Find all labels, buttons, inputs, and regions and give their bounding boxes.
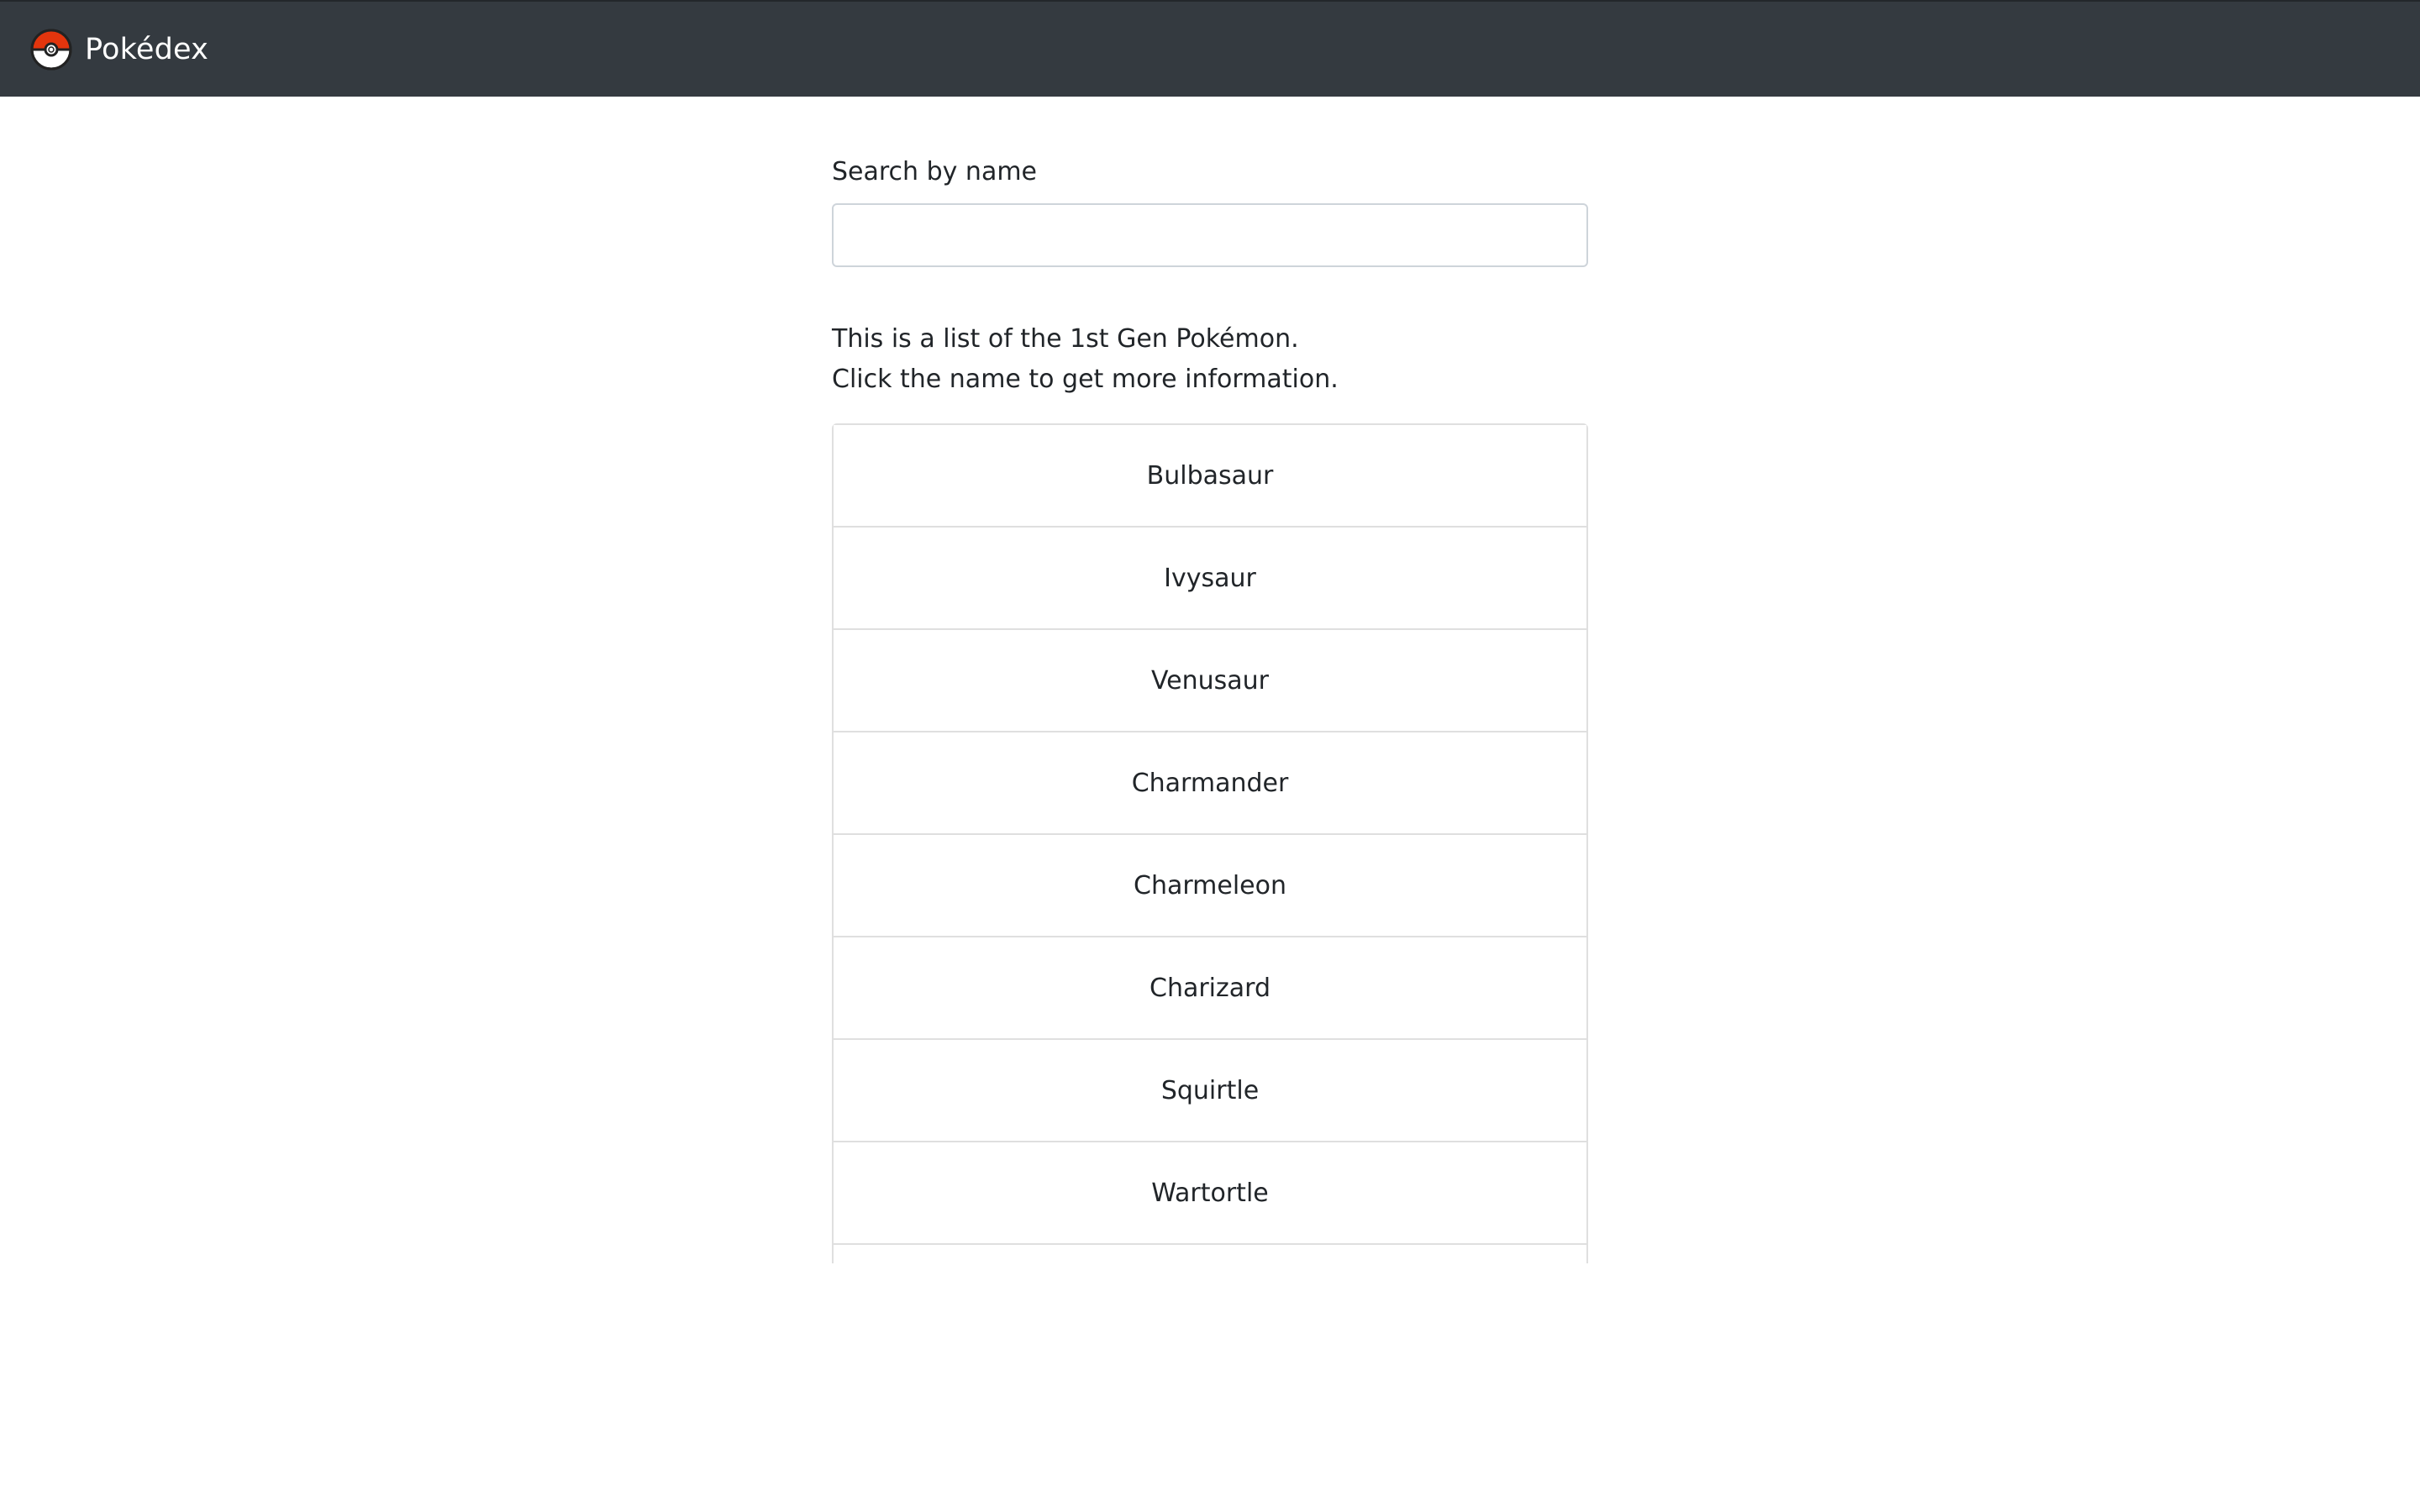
pokemon-list-item[interactable]: Charmeleon — [834, 835, 1586, 937]
pokemon-list: Bulbasaur Ivysaur Venusaur Charmander Ch… — [832, 423, 1588, 1263]
pokemon-list-item[interactable] — [834, 1245, 1586, 1263]
brand-link[interactable]: Pokédex — [30, 29, 208, 71]
intro-line-1: This is a list of the 1st Gen Pokémon. — [832, 324, 1299, 354]
top-navbar: Pokédex — [0, 0, 2420, 97]
pokemon-list-item[interactable]: Squirtle — [834, 1040, 1586, 1142]
pokemon-list-item[interactable]: Venusaur — [834, 630, 1586, 732]
pokemon-list-group: Bulbasaur Ivysaur Venusaur Charmander Ch… — [832, 423, 1588, 1263]
pokemon-list-item[interactable]: Wartortle — [834, 1142, 1586, 1245]
search-input[interactable] — [832, 203, 1588, 267]
pokemon-list-item[interactable]: Charizard — [834, 937, 1586, 1040]
brand-title: Pokédex — [85, 32, 209, 66]
pokemon-list-item[interactable]: Charmander — [834, 732, 1586, 835]
search-label: Search by name — [832, 157, 1038, 186]
pokeball-icon — [30, 29, 72, 70]
pokemon-list-item[interactable]: Ivysaur — [834, 528, 1586, 630]
intro-text: This is a list of the 1st Gen Pokémon. C… — [832, 319, 1339, 400]
pokemon-list-item[interactable]: Bulbasaur — [834, 425, 1586, 528]
intro-line-2: Click the name to get more information. — [832, 365, 1339, 394]
